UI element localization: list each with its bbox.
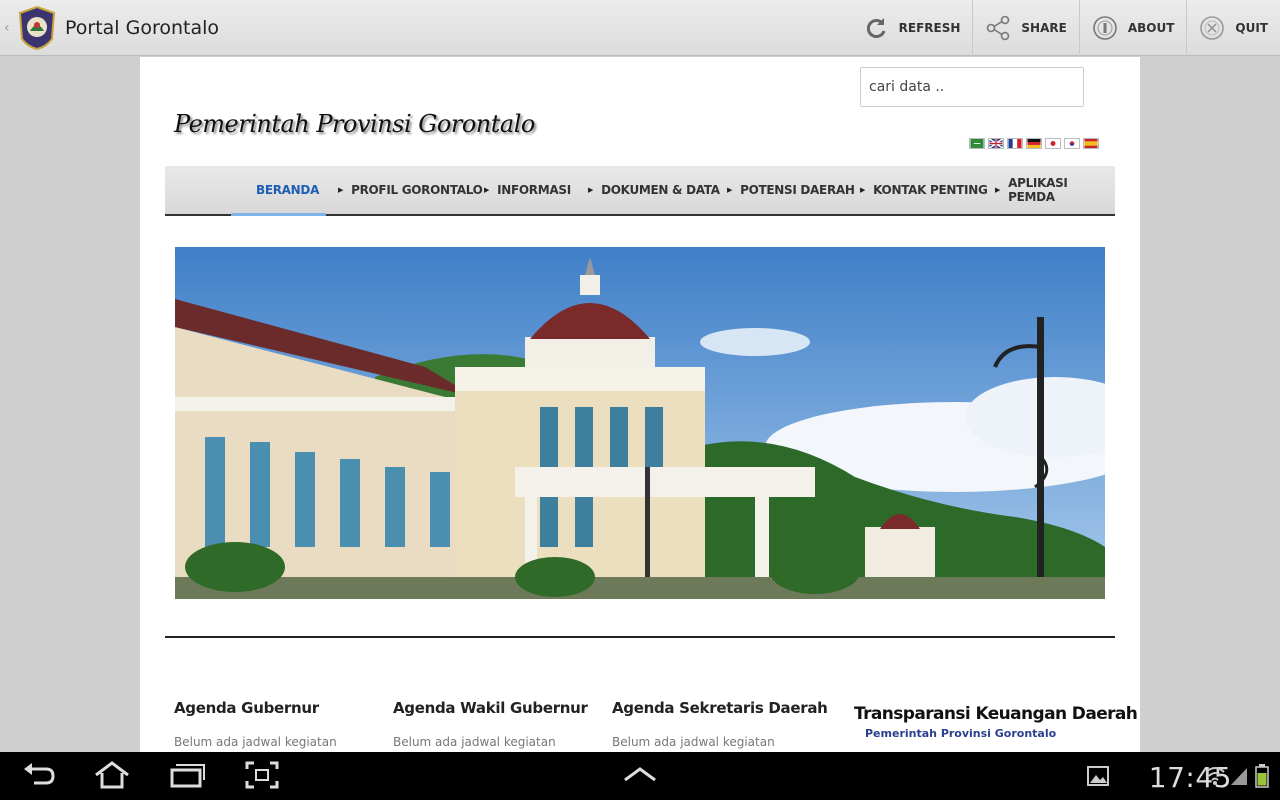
agenda-wakil-gubernur-note: Belum ada jadwal kegiatan [393,735,556,749]
triangle-right-icon: ▶ [588,186,594,194]
system-navigation-bar: 17:45 [0,752,1280,800]
triangle-right-icon: ▶ [727,186,733,194]
nav-item-profil-gorontalo[interactable]: ▶ PROFIL GORONTALO [338,166,483,214]
nav-label: DOKUMEN & DATA [601,183,720,197]
triangle-right-icon: ▶ [860,186,866,194]
logo-text: Pemerintah Provinsi Gorontalo [174,110,535,138]
wifi-icon [1205,767,1225,785]
battery-icon [1255,764,1269,788]
transparansi-keuangan-banner[interactable]: Transparansi Keuangan Daerah Pemerintah … [846,692,1138,752]
main-navigation: BERANDA ▶ PROFIL GORONTALO ▶ INFORMASI ▶… [165,166,1115,216]
site-logo[interactable]: Pemerintah Provinsi Gorontalo [168,92,535,156]
quit-icon [1200,16,1225,40]
nav-item-informasi[interactable]: ▶ INFORMASI [484,166,571,214]
screenshot-icon[interactable] [244,760,280,790]
share-button[interactable]: SHARE [972,0,1078,56]
home-icon[interactable] [92,760,132,790]
spain-flag-icon[interactable] [1083,138,1099,149]
triangle-right-icon: ▶ [338,186,344,194]
refresh-icon [866,18,886,38]
agenda-sekretaris-daerah-title[interactable]: Agenda Sekretaris Daerah [612,699,828,717]
transparansi-subtitle: Pemerintah Provinsi Gorontalo [865,727,1057,740]
recent-apps-icon[interactable] [168,760,206,790]
app-emblem-icon[interactable] [16,5,58,51]
triangle-right-icon: ▶ [484,186,490,194]
quit-label: QUIT [1235,21,1268,35]
action-bar: ‹ Portal Gorontalo REFRESH SHARE ABOUT Q… [0,0,1280,56]
back-caret-icon[interactable]: ‹ [4,20,16,36]
app-title: Portal Gorontalo [65,16,220,39]
chevron-up-icon[interactable] [622,764,658,784]
nav-item-beranda[interactable]: BERANDA [256,166,319,214]
nav-label: BERANDA [256,183,320,197]
search-input[interactable] [860,67,1084,107]
france-flag-icon[interactable] [1007,138,1023,149]
nav-item-potensi-daerah[interactable]: ▶ POTENSI DAERAH [727,166,855,214]
refresh-label: REFRESH [898,21,961,35]
refresh-button[interactable]: REFRESH [851,0,973,56]
uk-flag-icon[interactable] [988,138,1004,149]
triangle-right-icon: ▶ [995,186,1001,194]
info-icon [1093,16,1117,40]
nav-label: POTENSI DAERAH [740,183,855,197]
section-divider [165,636,1115,638]
nav-item-aplikasi-pemda[interactable]: ▶ APLIKASI PEMDA [995,166,1115,214]
share-icon [987,15,1010,41]
nav-label: KONTAK PENTING [873,183,988,197]
korea-flag-icon[interactable] [1064,138,1080,149]
nav-label: APLIKASI PEMDA [1008,176,1068,204]
about-label: ABOUT [1127,21,1175,35]
nav-label: INFORMASI [497,183,571,197]
nav-label: PROFIL GORONTALO [351,183,483,197]
share-label: SHARE [1021,21,1067,35]
active-nav-indicator [231,213,326,216]
about-button[interactable]: ABOUT [1078,0,1187,56]
language-flags [969,138,1099,149]
japan-flag-icon[interactable] [1045,138,1061,149]
agenda-wakil-gubernur-title[interactable]: Agenda Wakil Gubernur [393,699,588,717]
nav-item-dokumen-data[interactable]: ▶ DOKUMEN & DATA [588,166,720,214]
nav-item-kontak-penting[interactable]: ▶ KONTAK PENTING [860,166,988,214]
gallery-notification-icon[interactable] [1087,766,1109,786]
transparansi-text: Transparansi Keuangan Daerah Pemerintah … [854,704,1138,740]
action-buttons: REFRESH SHARE ABOUT QUIT [851,0,1280,56]
web-page: Pemerintah Provinsi Gorontalo BERANDA ▶ … [140,57,1140,753]
agenda-gubernur-title[interactable]: Agenda Gubernur [174,699,319,717]
hero-image [175,247,1105,599]
back-icon[interactable] [20,760,58,790]
agenda-sekretaris-daerah-note: Belum ada jadwal kegiatan [612,735,775,749]
transparansi-title: Transparansi Keuangan Daerah [854,704,1138,724]
arabic-flag-icon[interactable] [969,138,985,149]
signal-icon [1231,768,1247,785]
germany-flag-icon[interactable] [1026,138,1042,149]
quit-button[interactable]: QUIT [1186,0,1280,56]
agenda-gubernur-note: Belum ada jadwal kegiatan [174,735,337,749]
